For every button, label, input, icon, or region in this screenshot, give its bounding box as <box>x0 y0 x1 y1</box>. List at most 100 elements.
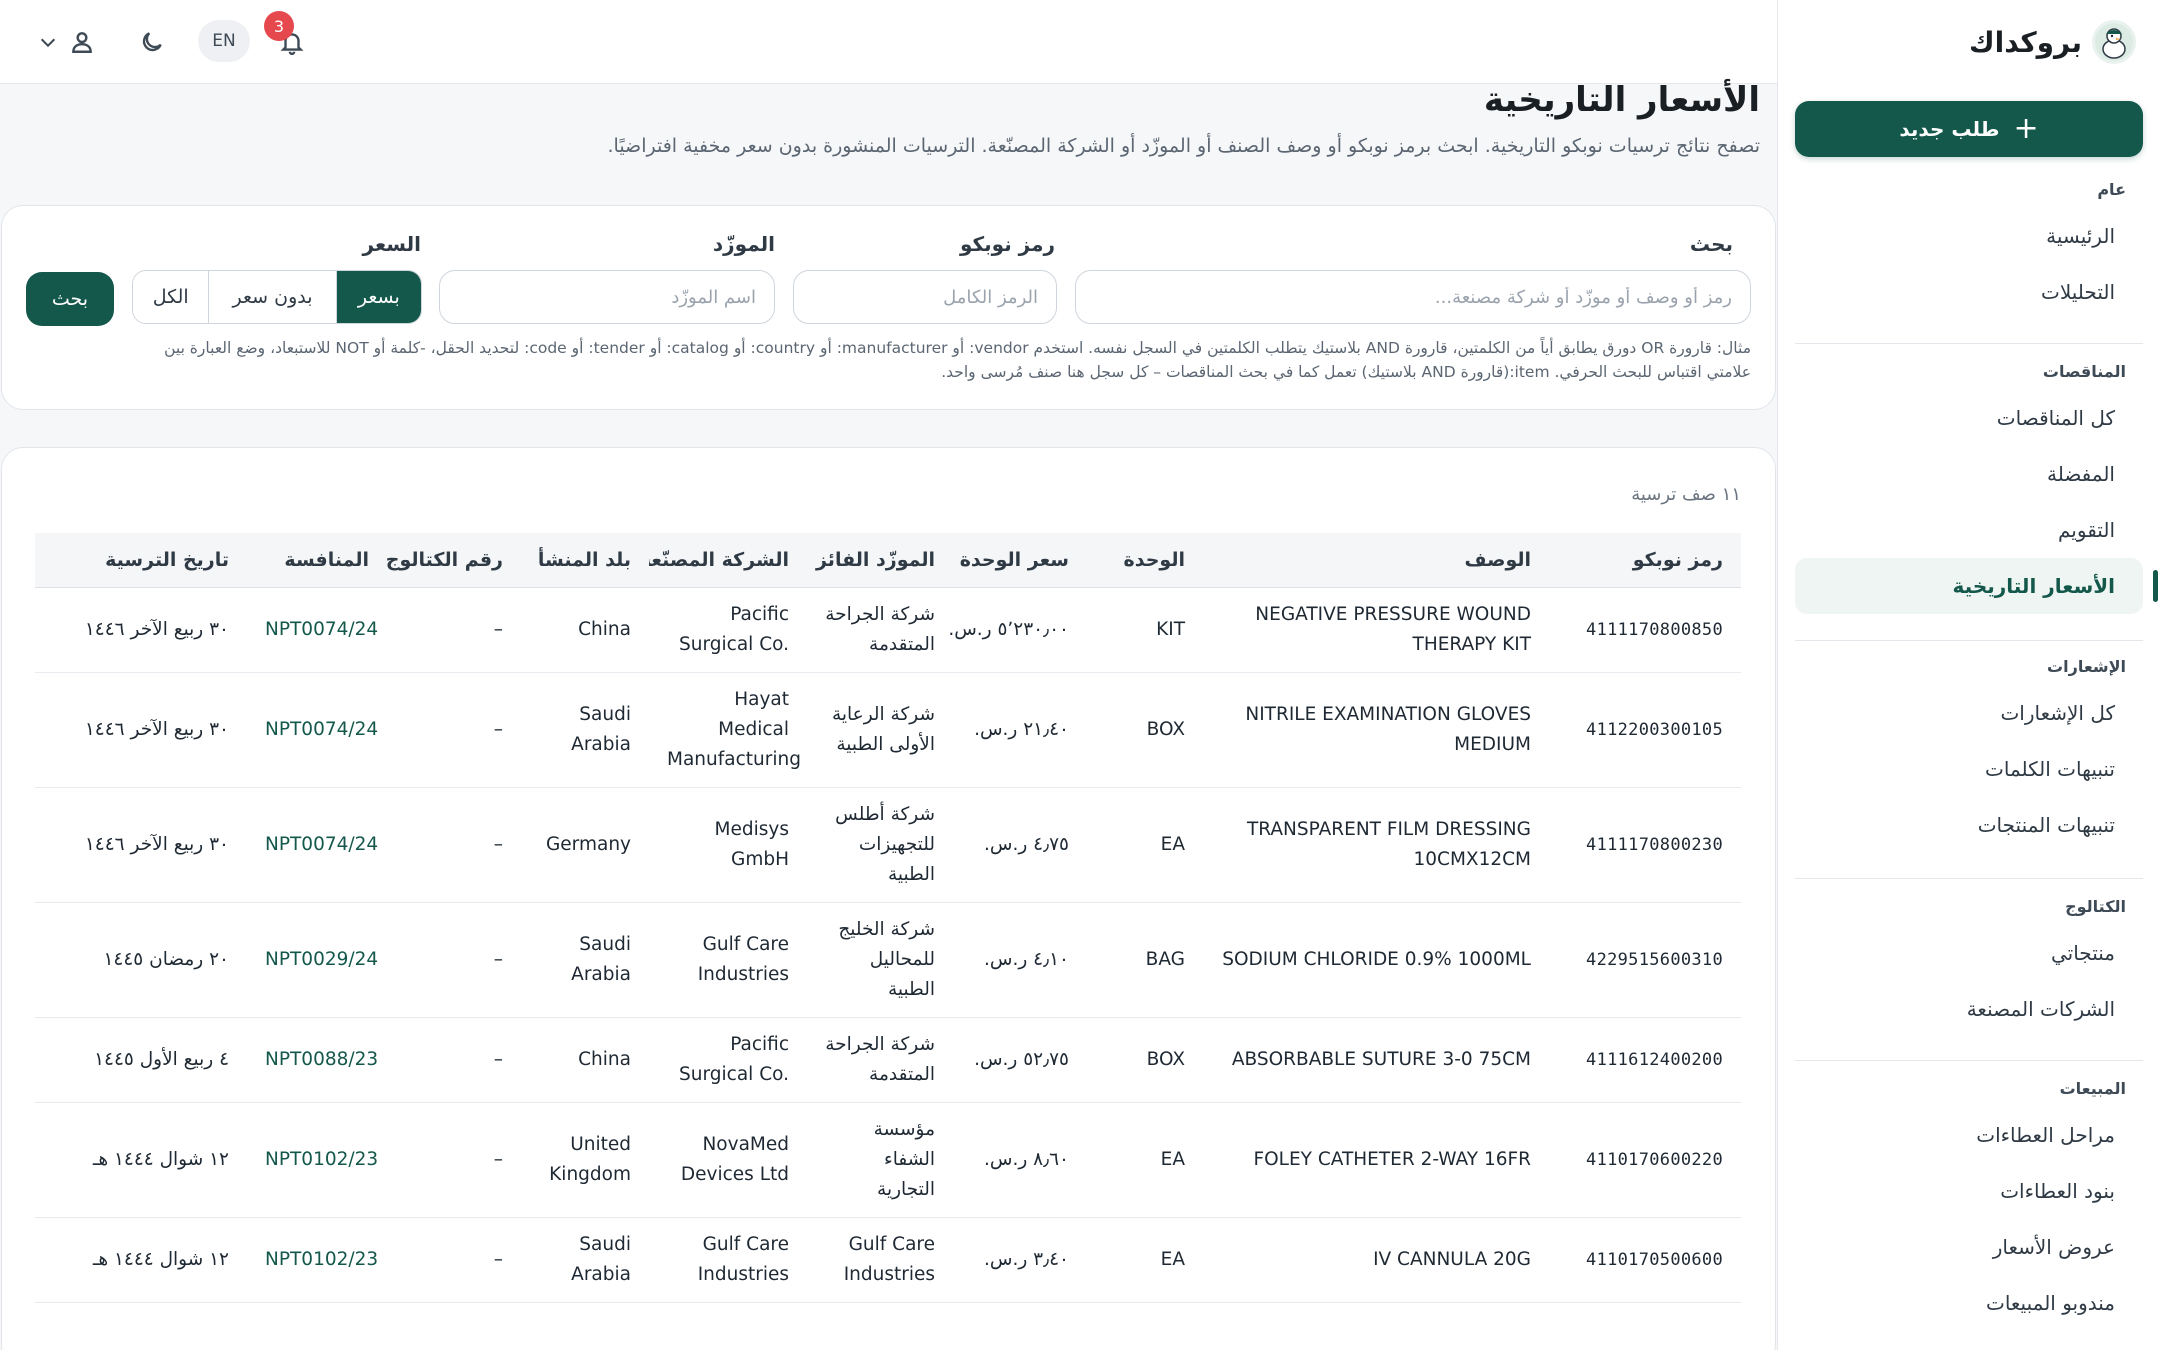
cell-supplier: شركة الجراحة المتقدمة <box>807 587 953 673</box>
price-option-all[interactable]: الكل <box>133 271 209 323</box>
table-row[interactable]: 4110170600220 FOLEY CATHETER 2-WAY 16FR … <box>35 1102 1741 1218</box>
search-label: بحث <box>1689 232 1733 256</box>
page-title: الأسعار التاريخية <box>1483 80 1760 120</box>
cell-award-date: ٣٠ ربيع الآخر ١٤٤٦ <box>35 672 247 788</box>
cell-catalog: – <box>387 587 521 673</box>
col-header[interactable]: تاريخ الترسية <box>35 533 247 588</box>
cell-unit-price: ٤٫١٠ ر.س. <box>953 902 1087 1018</box>
sidebar-item-calendar[interactable]: التقويم <box>1795 502 2143 558</box>
tender-link[interactable]: NPT0074/24 <box>247 672 387 788</box>
sidebar-item-quotations[interactable]: عروض الأسعار <box>1795 1219 2143 1275</box>
table-row[interactable]: 4112200300105 NITRILE EXAMINATION GLOVES… <box>35 672 1741 788</box>
cell-manufacturer: NovaMed Devices Ltd <box>649 1102 807 1218</box>
table-row[interactable]: 4111170800230 TRANSPARENT FILM DRESSING … <box>35 787 1741 903</box>
sidebar-item-analytics[interactable]: التحليلات <box>1795 264 2143 320</box>
cell-code: 4110170500600 <box>1549 1217 1741 1303</box>
supplier-input[interactable] <box>439 270 775 324</box>
cell-award-date: ١٢ شوال ١٤٤٤ هـ <box>35 1102 247 1218</box>
search-hint-line: مثال: قارورة OR دورق يطابق أياً من الكلم… <box>164 339 1751 357</box>
col-header[interactable]: بلد المنشأ <box>521 533 649 588</box>
user-icon[interactable] <box>62 22 102 62</box>
col-header[interactable]: رمز نوبكو <box>1549 533 1741 588</box>
table-row[interactable]: 4111170800850 NEGATIVE PRESSURE WOUND TH… <box>35 587 1741 673</box>
sidebar-item-favorites[interactable]: المفضلة <box>1795 446 2143 502</box>
sidebar-item-keyword-alerts[interactable]: تنبيهات الكلمات <box>1795 741 2143 797</box>
topbar: EN 3 <box>0 0 1777 84</box>
cell-award-date: ٣٠ ربيع الآخر ١٤٤٦ <box>35 787 247 903</box>
table-row[interactable]: 4111612400200 ABSORBABLE SUTURE 3-0 75CM… <box>35 1017 1741 1103</box>
nav-section-sales: المبيعات مراحل العطاءات بنود العطاءات عر… <box>1778 1077 2160 1331</box>
nav-heading: الإشعارات <box>2047 657 2126 676</box>
tender-link[interactable]: NPT0102/23 <box>247 1102 387 1218</box>
cell-description: SODIUM CHLORIDE 0.9% 1000ML <box>1203 902 1549 1018</box>
cell-country: China <box>521 587 649 673</box>
search-button[interactable]: بحث <box>26 272 114 326</box>
cell-unit-price: ٥٢٫٧٥ ر.س. <box>953 1017 1087 1103</box>
duck-logo-icon <box>2092 20 2136 64</box>
cell-catalog: – <box>387 672 521 788</box>
table-row[interactable]: 4229515600310 SODIUM CHLORIDE 0.9% 1000M… <box>35 902 1741 1018</box>
price-option-with-price[interactable]: بسعر <box>335 271 421 323</box>
tender-link[interactable]: NPT0088/23 <box>247 1017 387 1103</box>
cell-supplier: Gulf Care Industries <box>807 1217 953 1303</box>
sidebar-item-my-products[interactable]: منتجاتي <box>1795 925 2143 981</box>
new-request-button[interactable]: + طلب جديد <box>1795 101 2143 157</box>
cell-catalog: – <box>387 1017 521 1103</box>
nav-divider <box>1795 878 2143 879</box>
tender-link[interactable]: NPT0074/24 <box>247 587 387 673</box>
plus-icon: + <box>2013 111 2039 146</box>
price-option-without-price[interactable]: بدون سعر <box>208 271 336 323</box>
col-header[interactable]: الشركة المصنّعة <box>649 533 807 588</box>
col-header[interactable]: الوصف <box>1203 533 1549 588</box>
cell-country: Germany <box>521 787 649 903</box>
cell-unit: BAG <box>1087 902 1203 1018</box>
search-hint-line: علامتي اقتباس للبحث الحرفي. item:(قارورة… <box>941 363 1751 381</box>
cell-unit: KIT <box>1087 587 1203 673</box>
tender-link[interactable]: NPT0029/24 <box>247 902 387 1018</box>
sidebar-item-sales-reps[interactable]: مندوبو المبيعات <box>1795 1275 2143 1331</box>
search-input[interactable] <box>1075 270 1751 324</box>
filter-card: بحث رمز نوبكو الموزّد السعر بسعر بدون سع… <box>1 205 1776 410</box>
col-header[interactable]: المنافسة <box>247 533 387 588</box>
cell-code: 4111170800850 <box>1549 587 1741 673</box>
cell-description: ABSORBABLE SUTURE 3-0 75CM <box>1203 1017 1549 1103</box>
cell-unit: BOX <box>1087 672 1203 788</box>
cell-description: IV CANNULA 20G <box>1203 1217 1549 1303</box>
sidebar-item-home[interactable]: الرئيسية <box>1795 208 2143 264</box>
sidebar-item-product-alerts[interactable]: تنبيهات المنتجات <box>1795 797 2143 853</box>
table-row[interactable]: 4110170500600 IV CANNULA 20G EA ٣٫٤٠ ر.س… <box>35 1217 1741 1303</box>
cell-supplier: شركة أطلس للتجهيزات الطبية <box>807 787 953 903</box>
brand[interactable]: بروكداك <box>1798 18 2136 66</box>
tender-link[interactable]: NPT0102/23 <box>247 1217 387 1303</box>
cell-manufacturer: Pacific Surgical Co. <box>649 1017 807 1103</box>
col-header[interactable]: رقم الكتالوج <box>387 533 521 588</box>
sidebar-item-all-notifications[interactable]: كل الإشعارات <box>1795 685 2143 741</box>
sidebar-item-bid-items[interactable]: بنود العطاءات <box>1795 1163 2143 1219</box>
cell-manufacturer: Medisys GmbH <box>649 787 807 903</box>
nav-heading: المبيعات <box>2059 1079 2126 1098</box>
col-header[interactable]: سعر الوحدة <box>953 533 1087 588</box>
col-header[interactable]: الوحدة <box>1087 533 1203 588</box>
sidebar-item-historical-prices[interactable]: الأسعار التاريخية <box>1795 558 2158 614</box>
sidebar-item-all-tenders[interactable]: كل المناقصات <box>1795 390 2143 446</box>
cell-code: 4111170800230 <box>1549 787 1741 903</box>
cell-country: Saudi Arabia <box>521 672 649 788</box>
sidebar-item-bid-stages[interactable]: مراحل العطاءات <box>1795 1107 2143 1163</box>
cell-description: NEGATIVE PRESSURE WOUND THERAPY KIT <box>1203 587 1549 673</box>
tender-link[interactable]: NPT0074/24 <box>247 787 387 903</box>
language-toggle[interactable]: EN <box>198 20 250 62</box>
col-header[interactable]: الموزّد الفائز <box>807 533 953 588</box>
cell-code: 4110170600220 <box>1549 1102 1741 1218</box>
cell-manufacturer: Hayat Medical Manufacturing <box>649 672 807 788</box>
price-filter-segmented: بسعر بدون سعر الكل <box>132 270 422 324</box>
cell-country: China <box>521 1017 649 1103</box>
nav-heading: عام <box>2097 180 2126 199</box>
cell-country: Saudi Arabia <box>521 1217 649 1303</box>
chevron-down-icon[interactable] <box>30 22 66 62</box>
sidebar-item-manufacturers[interactable]: الشركات المصنعة <box>1795 981 2143 1037</box>
moon-icon[interactable] <box>132 22 172 62</box>
nav-divider <box>1795 343 2143 344</box>
cell-unit: EA <box>1087 1217 1203 1303</box>
nupco-code-input[interactable] <box>793 270 1057 324</box>
cell-description: TRANSPARENT FILM DRESSING 10CMX12CM <box>1203 787 1549 903</box>
